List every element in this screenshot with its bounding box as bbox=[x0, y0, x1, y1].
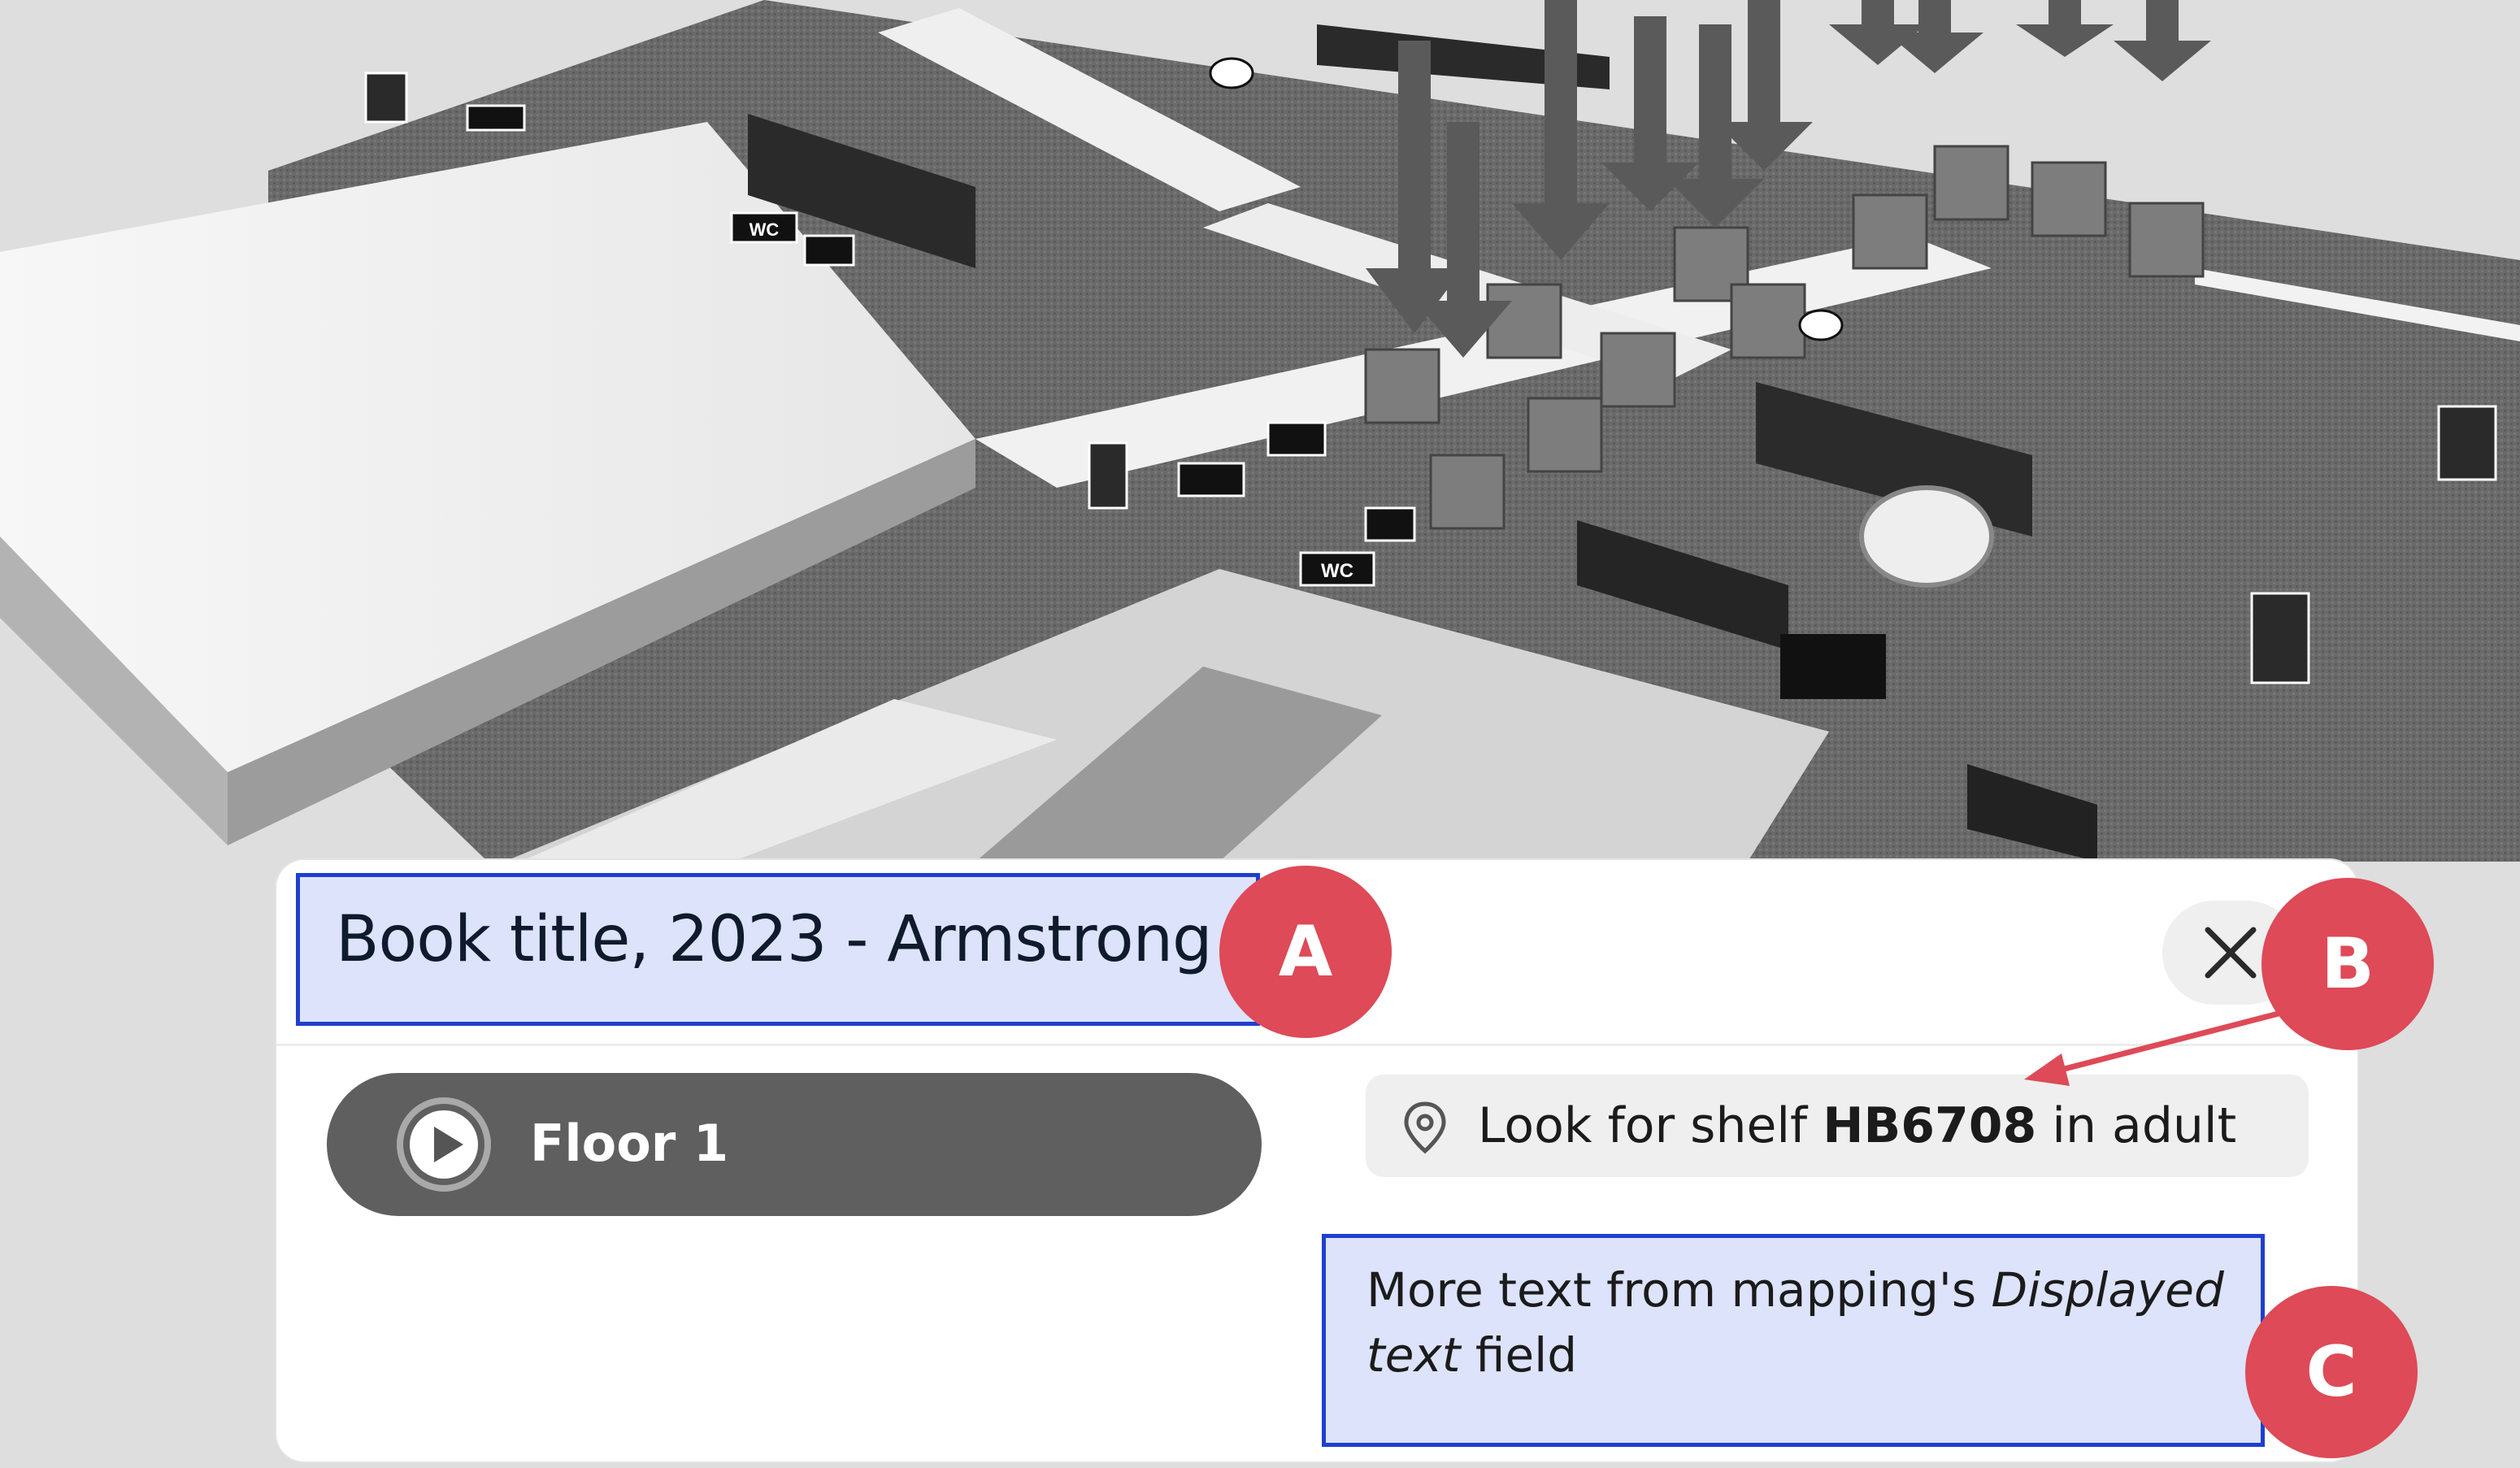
annotation-badge-a: A bbox=[1219, 866, 1392, 1038]
annotation-badge-b: B bbox=[2261, 878, 2434, 1050]
annotation-arrow-b bbox=[2024, 1005, 2301, 1086]
annotation-badge-c: C bbox=[2245, 1286, 2418, 1458]
